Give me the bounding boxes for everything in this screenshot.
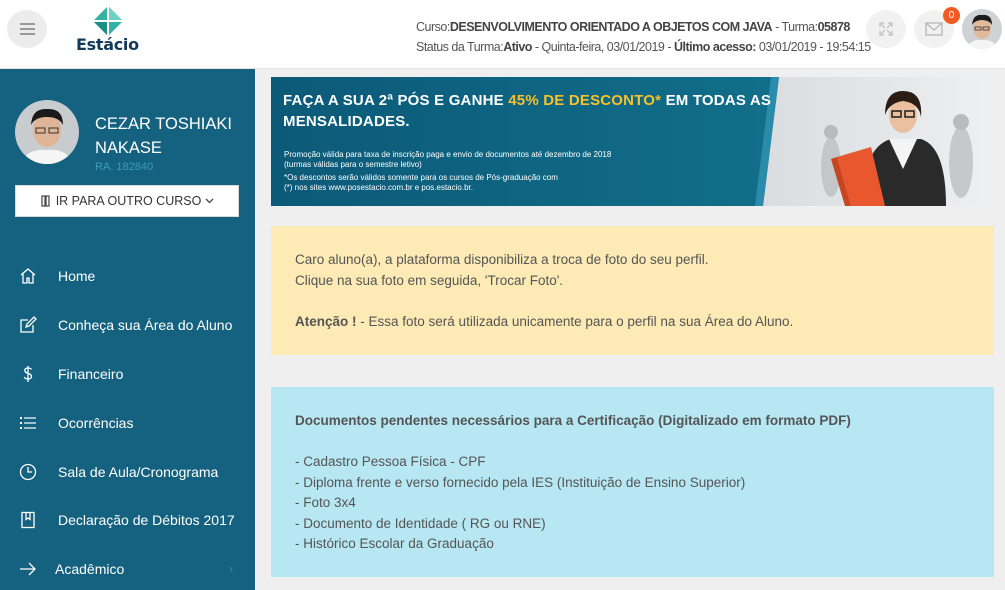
course-name: DESENVOLVIMENTO ORIENTADO A OBJETOS COM … [449, 20, 773, 34]
class-label: - Turma: [772, 20, 818, 34]
sidebar-item-area-aluno[interactable]: Conheça sua Área do Aluno [0, 301, 255, 350]
course-label: Curso: [416, 20, 450, 34]
documents-title: Documentos pendentes necessários para a … [295, 411, 994, 432]
list-item: - Foto 3x4 [295, 495, 356, 510]
last-access-value: 03/01/2019 - 19:54:15 [755, 40, 871, 54]
list-item: - Documento de Identidade ( RG ou RNE) [295, 515, 546, 531]
profile-photo-image [15, 100, 79, 164]
list-item: - Histórico Escolar da Graduação [295, 536, 494, 551]
class-code: 05878 [817, 20, 851, 34]
sidebar-item-ocorrencias[interactable]: Ocorrências [0, 398, 255, 447]
book-icon [41, 195, 50, 207]
last-access-label: Último acesso: [673, 40, 756, 54]
student-ra: RA. 182840 [95, 161, 154, 173]
dollar-icon [18, 364, 38, 384]
sidebar-item-home[interactable]: Home [0, 252, 255, 301]
sidebar-item-label: Financeiro [58, 365, 124, 382]
arrow-right-icon [18, 559, 38, 579]
course-line: Curso:DESENVOLVIMENTO ORIENTADO A OBJETO… [416, 17, 871, 37]
list-icon [18, 413, 38, 433]
sidebar-item-financeiro[interactable]: Financeiro [0, 350, 255, 399]
profile-photo[interactable] [15, 100, 79, 164]
banner-title-highlight: 45% DE DESCONTO* [508, 92, 662, 109]
banner-note-3: *Os descontos serão válidos somente para… [284, 173, 558, 182]
status-date: - Quinta-feira, 03/01/2019 - [531, 40, 674, 54]
chevron-down-icon [205, 198, 214, 204]
attention-text: - Essa foto será utilizada unicamente pa… [356, 313, 794, 329]
status-value: Ativo [503, 40, 532, 54]
sidebar-item-label: Declaração de Débitos 2017 [58, 512, 235, 529]
sidebar-item-label: Sala de Aula/Cronograma [58, 463, 219, 480]
sidebar-item-declaracao[interactable]: Declaração de Débitos 2017 [0, 496, 255, 545]
menu-button[interactable] [7, 10, 47, 48]
switch-course-button[interactable]: IR PARA OUTRO CURSO [15, 185, 239, 217]
banner-title: FAÇA A SUA 2ª PÓS E GANHE 45% DE DESCONT… [283, 90, 783, 132]
alert-text: Clique na sua foto em seguida, 'Trocar F… [295, 272, 564, 288]
status-label: Status da Turma: [416, 40, 504, 54]
documents-title-text: Documentos pendentes necessários para a … [295, 413, 851, 428]
logo-mark-icon [93, 6, 123, 36]
top-header: Estácio Curso:DESENVOLVIMENTO ORIENTADO … [0, 0, 1005, 69]
expand-icon [879, 22, 893, 36]
chevron-right-icon: › [229, 562, 233, 577]
course-info: Curso:DESENVOLVIMENTO ORIENTADO A OBJETO… [416, 17, 871, 57]
list-item: - Diploma frente e verso fornecido pela … [295, 474, 746, 490]
sidebar: CEZAR TOSHIAKI NAKASE RA. 182840 IR PARA… [0, 69, 255, 590]
attention-line: Atenção ! - Essa foto será utilizada uni… [295, 312, 994, 333]
student-name: CEZAR TOSHIAKI NAKASE [95, 115, 232, 157]
promo-banner[interactable]: FAÇA A SUA 2ª PÓS E GANHE 45% DE DESCONT… [271, 77, 994, 206]
sidebar-item-label: Acadêmico [55, 561, 125, 578]
bookmark-icon [18, 510, 38, 530]
menu-icon [19, 23, 35, 25]
banner-note-4: (*) nos sites www.posestacio.com.br e po… [284, 183, 473, 192]
banner-title-part: FAÇA A SUA 2ª PÓS E GANHE [283, 92, 509, 109]
estacio-logo[interactable]: Estácio [74, 6, 142, 56]
sidebar-item-label: Ocorrências [58, 414, 134, 431]
sidebar-item-sala-de-aula[interactable]: Sala de Aula/Cronograma [0, 447, 255, 496]
pending-documents-alert: Documentos pendentes necessários para a … [271, 387, 994, 577]
sidebar-item-academico[interactable]: Acadêmico › [0, 545, 255, 590]
logo-text: Estácio [76, 35, 139, 54]
alert-text: Caro aluno(a), a plataforma disponibiliz… [295, 252, 709, 267]
header-avatar[interactable] [962, 9, 1002, 49]
mail-count-badge: 0 [943, 7, 960, 24]
fullscreen-button[interactable] [866, 10, 906, 48]
switch-course-label: IR PARA OUTRO CURSO [55, 194, 202, 208]
list-item: - Cadastro Pessoa Física - CPF [295, 454, 486, 469]
messages-button[interactable]: 0 [914, 7, 960, 48]
sidebar-nav: Home Conheça sua Área do Aluno Financeir… [0, 252, 255, 590]
status-line: Status da Turma:Ativo - Quinta-feira, 03… [416, 37, 871, 57]
photo-change-alert: Caro aluno(a), a plataforma disponibiliz… [271, 226, 994, 355]
mail-icon [925, 22, 943, 36]
banner-note-1: Promoção válida para taxa de inscrição p… [284, 150, 612, 159]
attention-label: Atenção ! [295, 313, 357, 329]
banner-note-2: (turmas válidas para o semestre letivo) [284, 160, 422, 169]
avatar-photo [962, 9, 1002, 49]
sidebar-item-label: Conheça sua Área do Aluno [58, 317, 233, 334]
sidebar-item-label: Home [58, 268, 96, 285]
home-icon [18, 266, 38, 286]
clock-icon [18, 462, 38, 482]
edit-icon [18, 315, 38, 335]
